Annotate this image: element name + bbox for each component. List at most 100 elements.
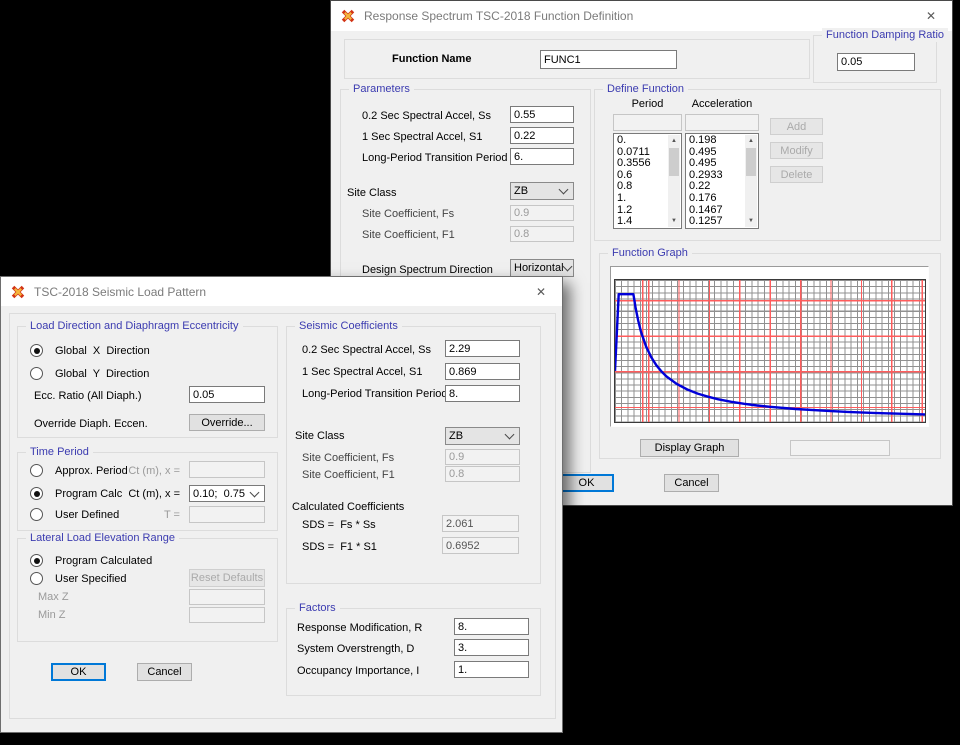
system-overstrength-input[interactable] xyxy=(454,639,529,656)
s1-label: 1 Sec Spectral Accel, S1 xyxy=(362,131,482,144)
window-title: TSC-2018 Seismic Load Pattern xyxy=(34,285,206,299)
acceleration-scrollbar[interactable] xyxy=(745,135,757,227)
tl-label: Long-Period Transition Period xyxy=(362,152,508,165)
t-label: T = xyxy=(108,509,180,522)
approx-period-radio[interactable] xyxy=(30,464,43,477)
delete-button: Delete xyxy=(770,166,823,183)
list-item[interactable]: 0. xyxy=(614,135,668,147)
s1-input[interactable] xyxy=(445,363,520,380)
define-function-group: Define Function Period Acceleration 0.0.… xyxy=(594,89,941,241)
global-y-label: Global Y Direction xyxy=(55,368,149,381)
function-name-input[interactable] xyxy=(540,50,677,69)
title-bar[interactable]: TSC-2018 Seismic Load Pattern ✕ xyxy=(1,277,562,306)
calculated-coefficients-label: Calculated Coefficients xyxy=(292,501,404,514)
seismic-load-pattern-dialog: TSC-2018 Seismic Load Pattern ✕ Load Dir… xyxy=(0,276,563,733)
site-class-label: Site Class xyxy=(295,430,345,443)
cancel-button[interactable]: Cancel xyxy=(137,663,192,681)
acceleration-edit xyxy=(685,114,759,131)
load-direction-group-label: Load Direction and Diaphragm Eccentricit… xyxy=(26,319,243,333)
ok-button[interactable]: OK xyxy=(51,663,106,681)
list-item[interactable]: 0.198 xyxy=(686,135,745,147)
user-specified-radio[interactable] xyxy=(30,572,43,585)
ss-label: 0.2 Sec Spectral Accel, Ss xyxy=(302,344,431,357)
occupancy-importance-input[interactable] xyxy=(454,661,529,678)
modify-button: Modify xyxy=(770,142,823,159)
seismic-coefficients-group-label: Seismic Coefficients xyxy=(295,319,402,333)
program-calc-radio[interactable] xyxy=(30,487,43,500)
f1-label: Site Coefficient, F1 xyxy=(362,229,455,242)
scroll-down-icon[interactable] xyxy=(668,215,680,227)
response-modification-input[interactable] xyxy=(454,618,529,635)
s1-input[interactable] xyxy=(510,127,574,144)
program-ct-dropdown[interactable]: 0.10; 0.75 xyxy=(189,485,265,502)
scroll-up-icon[interactable] xyxy=(668,135,680,147)
f1-label: Site Coefficient, F1 xyxy=(302,469,395,482)
program-ct-label: Ct (m), x = xyxy=(108,488,180,501)
ecc-ratio-input[interactable] xyxy=(189,386,265,403)
tl-input[interactable] xyxy=(445,385,520,402)
lateral-range-group-label: Lateral Load Elevation Range xyxy=(26,531,179,545)
function-name-panel: Function Name xyxy=(344,39,810,79)
scroll-thumb[interactable] xyxy=(746,148,756,176)
parameters-group-label: Parameters xyxy=(349,82,414,96)
damping-input[interactable] xyxy=(837,53,915,71)
window-title: Response Spectrum TSC-2018 Function Defi… xyxy=(364,9,633,23)
ok-button[interactable]: OK xyxy=(559,474,614,492)
period-scrollbar[interactable] xyxy=(668,135,680,227)
override-button[interactable]: Override... xyxy=(189,414,265,431)
s1-label: 1 Sec Spectral Accel, S1 xyxy=(302,366,422,379)
graph-grid xyxy=(614,279,926,423)
chevron-down-icon xyxy=(250,487,260,497)
site-class-dropdown[interactable]: ZB xyxy=(445,427,520,445)
add-button: Add xyxy=(770,118,823,135)
factors-group: Factors Response Modification, R System … xyxy=(286,608,541,696)
title-bar[interactable]: Response Spectrum TSC-2018 Function Defi… xyxy=(331,1,952,31)
graph-plot-area xyxy=(610,266,929,427)
sds-ss-value: 2.061 xyxy=(442,515,519,532)
acceleration-list-items[interactable]: 0.1980.4950.4950.29330.220.1760.14670.12… xyxy=(686,135,745,228)
close-icon[interactable]: ✕ xyxy=(520,277,562,306)
min-z-label: Min Z xyxy=(38,609,66,622)
program-calculated-label: Program Calculated xyxy=(55,555,152,568)
function-name-label: Function Name xyxy=(392,53,471,66)
global-y-radio[interactable] xyxy=(30,367,43,380)
max-z-input xyxy=(189,589,265,605)
close-icon[interactable]: ✕ xyxy=(910,1,952,31)
tl-input[interactable] xyxy=(510,148,574,165)
list-item[interactable]: 1. xyxy=(614,193,668,205)
function-graph-group: Function Graph Display Graph xyxy=(599,253,941,459)
approx-ct-label: Ct (m), x = xyxy=(108,465,180,478)
ss-input[interactable] xyxy=(510,106,574,123)
t-input xyxy=(189,506,265,523)
user-defined-radio[interactable] xyxy=(30,508,43,521)
display-graph-button[interactable]: Display Graph xyxy=(640,439,739,457)
period-list[interactable]: 0.0.07110.35560.60.81.1.21.4 xyxy=(613,133,682,229)
approx-ct-input xyxy=(189,461,265,478)
period-edit xyxy=(613,114,682,131)
global-x-radio[interactable] xyxy=(30,344,43,357)
list-item[interactable]: 0.1257 xyxy=(686,216,745,228)
cancel-button[interactable]: Cancel xyxy=(664,474,719,492)
direction-dropdown[interactable]: Horizontal xyxy=(510,259,574,277)
scroll-up-icon[interactable] xyxy=(745,135,757,147)
load-direction-group: Load Direction and Diaphragm Eccentricit… xyxy=(17,326,278,438)
period-list-items[interactable]: 0.0.07110.35560.60.81.1.21.4 xyxy=(614,135,668,228)
fs-input xyxy=(510,205,574,221)
list-item[interactable]: 0.176 xyxy=(686,193,745,205)
period-header: Period xyxy=(613,98,682,111)
program-calculated-radio[interactable] xyxy=(30,554,43,567)
reset-defaults-button: Reset Defaults xyxy=(189,569,265,587)
scroll-down-icon[interactable] xyxy=(745,215,757,227)
time-period-group-label: Time Period xyxy=(26,445,93,459)
scroll-thumb[interactable] xyxy=(669,148,679,176)
seismic-coefficients-group: Seismic Coefficients 0.2 Sec Spectral Ac… xyxy=(286,326,541,584)
max-z-label: Max Z xyxy=(38,591,69,604)
site-class-dropdown[interactable]: ZB xyxy=(510,182,574,200)
occupancy-importance-label: Occupancy Importance, I xyxy=(297,665,419,678)
system-overstrength-label: System Overstrength, D xyxy=(297,643,414,656)
graph-readout-field xyxy=(790,440,890,456)
list-item[interactable]: 1.4 xyxy=(614,216,668,228)
chevron-down-icon xyxy=(559,185,569,195)
acceleration-list[interactable]: 0.1980.4950.4950.29330.220.1760.14670.12… xyxy=(685,133,759,229)
ss-input[interactable] xyxy=(445,340,520,357)
